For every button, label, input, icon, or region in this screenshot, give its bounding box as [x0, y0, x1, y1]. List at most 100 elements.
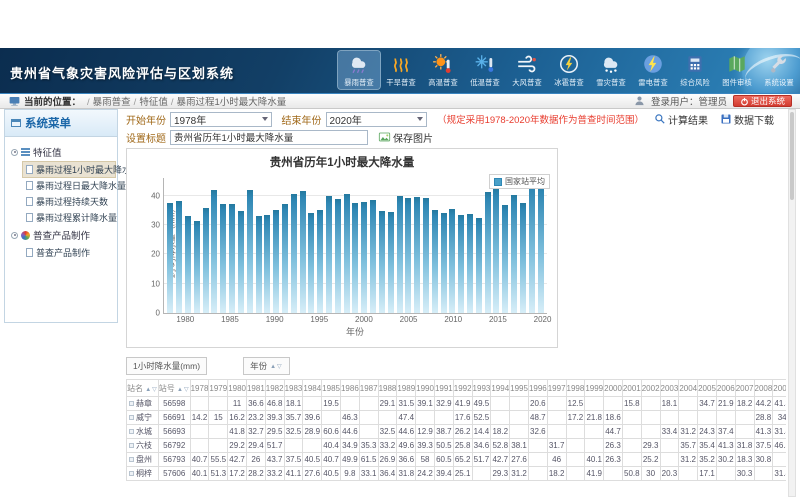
- nav-comprehensive-risk[interactable]: 综合风险: [674, 51, 716, 89]
- value-cell-56691-1990: [416, 411, 435, 425]
- year-column-header-1995[interactable]: 1995: [510, 380, 529, 397]
- year-column-header-1999[interactable]: 1999: [585, 380, 604, 397]
- save-image-button[interactable]: 保存图片: [378, 130, 433, 145]
- nav-wind-survey[interactable]: 大风普查: [506, 51, 548, 89]
- year-column-header-1996[interactable]: 1996: [528, 380, 547, 397]
- y-tick-label: 10: [142, 279, 160, 288]
- expander-icon[interactable]: [11, 149, 18, 156]
- value-cell-57606-1981: 28.2: [246, 467, 265, 481]
- nav-snow-survey[interactable]: 雪灾普查: [590, 51, 632, 89]
- banner: 贵州省气象灾害风险评估与区划系统 暴雨普查 干旱普查 高温普查 低温: [0, 48, 800, 94]
- station-name-cell: 六枝: [127, 439, 159, 453]
- year-column-header-1983[interactable]: 1983: [284, 380, 303, 397]
- nav-hail-survey[interactable]: 冰雹普查: [548, 51, 590, 89]
- year-column-header-1978[interactable]: 1978: [190, 380, 209, 397]
- nav-system-settings[interactable]: 系统设置: [758, 51, 800, 89]
- station-id-header[interactable]: 站号 ▲▽: [158, 380, 190, 397]
- year-column-header-1990[interactable]: 1990: [416, 380, 435, 397]
- download-button[interactable]: 数据下载: [720, 112, 774, 127]
- year-column-header-2009[interactable]: 2009: [773, 380, 786, 397]
- year-column-header-2000[interactable]: 2000: [604, 380, 623, 397]
- year-column-header-2005[interactable]: 2005: [698, 380, 717, 397]
- bar-1996: [326, 196, 332, 313]
- station-name-cell: 水城: [127, 425, 159, 439]
- tree-item-0-0[interactable]: 暴雨过程1小时最大降水量: [23, 162, 115, 177]
- tree-item-1-0[interactable]: 普查产品制作: [23, 245, 115, 260]
- title-input[interactable]: [170, 130, 368, 145]
- year-column-header-1988[interactable]: 1988: [378, 380, 397, 397]
- value-cell-56792-1997: 31.7: [547, 439, 566, 453]
- station-name-header[interactable]: 站名 ▲▽: [127, 380, 159, 397]
- nav-cold-survey[interactable]: 低温普查: [464, 51, 506, 89]
- value-cell-56598-1991: 32.9: [434, 397, 453, 411]
- station-name: 桐梓: [136, 469, 152, 478]
- year-column-header-1986[interactable]: 1986: [340, 380, 359, 397]
- bar-slot-1993: [298, 178, 307, 313]
- bar-slot-1981: [192, 178, 201, 313]
- year-column-header-1980[interactable]: 1980: [228, 380, 247, 397]
- station-id-cell: 56793: [158, 453, 190, 467]
- chart-x-axis: 198019851990199520002005201020152020: [163, 315, 547, 325]
- user-area: 登录用户：管理员 退出系统: [634, 94, 792, 108]
- year-column-header-2001[interactable]: 2001: [622, 380, 641, 397]
- measure-field-box[interactable]: 1小时降水量(mm): [126, 357, 207, 375]
- year-column-header-1994[interactable]: 1994: [491, 380, 510, 397]
- year-column-header-2002[interactable]: 2002: [641, 380, 660, 397]
- start-year-select[interactable]: 1978年: [170, 112, 272, 127]
- breadcrumb-item-2[interactable]: 暴雨过程1小时最大降水量: [176, 97, 286, 108]
- year-column-header-1984[interactable]: 1984: [303, 380, 322, 397]
- year-column-header-1987[interactable]: 1987: [359, 380, 378, 397]
- year-column-header-2007[interactable]: 2007: [735, 380, 754, 397]
- value-cell-56793-1997: 46: [547, 453, 566, 467]
- tree-group-0[interactable]: 特征值: [7, 143, 115, 161]
- table-body: 赫章565981136.646.818.119.529.131.539.132.…: [127, 397, 787, 481]
- nav-lightning-survey[interactable]: 雷电普查: [632, 51, 674, 89]
- end-year-select[interactable]: 2020年: [326, 112, 428, 127]
- value-cell-56693-1983: 32.5: [284, 425, 303, 439]
- save-disk-icon: [720, 113, 732, 125]
- vertical-scrollbar[interactable]: [788, 109, 796, 497]
- year-column-header-1989[interactable]: 1989: [397, 380, 416, 397]
- y-tick-label: 40: [142, 191, 160, 200]
- year-column-header-1998[interactable]: 1998: [566, 380, 585, 397]
- year-column-header-2003[interactable]: 2003: [660, 380, 679, 397]
- logout-button[interactable]: 退出系统: [733, 95, 792, 107]
- calculate-button[interactable]: 计算结果: [654, 112, 708, 127]
- y-tick-label: 30: [142, 220, 160, 229]
- sun-thermometer-icon: [429, 52, 457, 76]
- year-column-header-2004[interactable]: 2004: [679, 380, 698, 397]
- expander-icon[interactable]: [11, 232, 18, 239]
- year-column-header-2006[interactable]: 2006: [716, 380, 735, 397]
- nav-heat-survey[interactable]: 高温普查: [422, 51, 464, 89]
- scrollbar-thumb[interactable]: [790, 112, 794, 200]
- year-column-header-1991[interactable]: 1991: [434, 380, 453, 397]
- banner-icon-toolbar: 暴雨普查 干旱普查 高温普查 低温普查 大风普查: [338, 51, 800, 89]
- year-column-header-1981[interactable]: 1981: [246, 380, 265, 397]
- year-column-header-1993[interactable]: 1993: [472, 380, 491, 397]
- year-column-header-1985[interactable]: 1985: [322, 380, 341, 397]
- tree-item-0-3[interactable]: 暴雨过程累计降水量: [23, 210, 115, 225]
- tree-group-1[interactable]: 普查产品制作: [7, 226, 115, 244]
- value-cell-56792-1999: [585, 439, 604, 453]
- nav-rainstorm-survey[interactable]: 暴雨普查: [338, 51, 380, 89]
- year-column-header-1979[interactable]: 1979: [209, 380, 228, 397]
- breadcrumb-item-1[interactable]: 特征值: [139, 97, 168, 108]
- nav-map-review[interactable]: 图件审核: [716, 51, 758, 89]
- tree-item-0-1[interactable]: 暴雨过程日最大降水量: [23, 178, 115, 193]
- value-cell-56598-2000: [604, 397, 623, 411]
- bar-slot-2010: [448, 178, 457, 313]
- nav-drought-survey[interactable]: 干旱普查: [380, 51, 422, 89]
- value-cell-56598-1996: 20.6: [528, 397, 547, 411]
- year-column-header-2008[interactable]: 2008: [754, 380, 773, 397]
- year-column-header-1992[interactable]: 1992: [453, 380, 472, 397]
- chevron-down-icon: [417, 117, 423, 121]
- tree-item-0-2[interactable]: 暴雨过程持续天数: [23, 194, 115, 209]
- year-field-box[interactable]: 年份▲▽: [243, 357, 290, 375]
- bar-2011: [458, 215, 464, 313]
- bar-2001: [370, 200, 376, 313]
- breadcrumb-item-0[interactable]: 暴雨普查: [93, 97, 131, 108]
- value-cell-56792-1985: 40.4: [322, 439, 341, 453]
- value-cell-56598-1999: [585, 397, 604, 411]
- year-column-header-1982[interactable]: 1982: [265, 380, 284, 397]
- year-column-header-1997[interactable]: 1997: [547, 380, 566, 397]
